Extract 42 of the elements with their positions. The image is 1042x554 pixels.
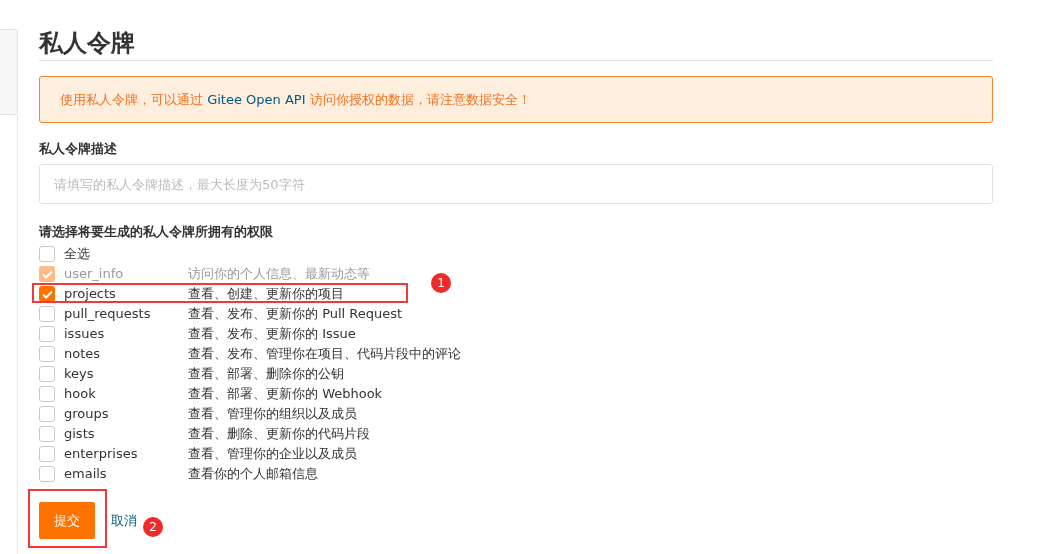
checkbox[interactable] xyxy=(39,366,55,382)
checkbox[interactable] xyxy=(39,246,55,262)
permission-name: enterprises xyxy=(64,445,139,464)
permission-name: user_info xyxy=(64,265,125,284)
warning-message: 使用私人令牌，可以通过 Gitee Open API 访问你授权的数据，请注意数据安全！ xyxy=(60,90,531,109)
number-badge: 2 xyxy=(143,517,163,537)
permission-description: 查看、部署、删除你的公钥 xyxy=(188,365,344,384)
checked-checkbox[interactable] xyxy=(39,286,55,302)
field-label: 私人令牌描述 xyxy=(39,141,118,157)
permission-name: issues xyxy=(64,325,106,344)
permission-description: 查看、创建、更新你的项目 xyxy=(188,285,344,304)
number-badge: 1 xyxy=(431,273,451,293)
permission-description: 查看、发布、更新你的 Pull Request xyxy=(188,305,403,324)
permission-description: 查看、发布、管理你在项目、代码片段中的评论 xyxy=(188,345,461,364)
permission-name: groups xyxy=(64,405,110,424)
permission-name: hook xyxy=(64,385,97,404)
permission-description: 查看、部署、更新你的 Webhook xyxy=(188,385,383,404)
checkbox[interactable] xyxy=(39,446,55,462)
checkbox[interactable] xyxy=(39,466,55,482)
permission-name: notes xyxy=(64,345,102,364)
checkbox[interactable] xyxy=(39,386,55,402)
permission-description: 查看你的个人邮箱信息 xyxy=(188,465,318,484)
permission-description: 查看、发布、更新你的 Issue xyxy=(188,325,356,344)
permission-name: pull_requests xyxy=(64,305,152,324)
description-input-field[interactable]: 请填写的私人令牌描述，最大长度为50字符 xyxy=(39,164,993,204)
permission-description: 查看、管理你的组织以及成员 xyxy=(188,405,357,424)
section-label: 请选择将要生成的私人令牌所拥有的权限 xyxy=(39,224,274,240)
checkbox[interactable] xyxy=(39,346,55,362)
permission-description: 查看、管理你的企业以及成员 xyxy=(188,445,357,464)
checkbox[interactable] xyxy=(39,426,55,442)
permission-name: projects xyxy=(64,285,117,304)
permission-name: emails xyxy=(64,465,108,484)
permission-name: keys xyxy=(64,365,95,384)
checkbox-label: 全选 xyxy=(64,245,90,264)
permission-description: 查看、删除、更新你的代码片段 xyxy=(188,425,370,444)
cancel-link[interactable]: 取消 xyxy=(111,510,137,530)
checkbox[interactable] xyxy=(39,306,55,322)
page-title: 私人令牌 xyxy=(39,28,136,59)
checkbox[interactable] xyxy=(39,326,55,342)
permission-description: 访问你的个人信息、最新动态等 xyxy=(188,265,370,284)
permission-name: gists xyxy=(64,425,96,444)
checkbox[interactable] xyxy=(39,406,55,422)
